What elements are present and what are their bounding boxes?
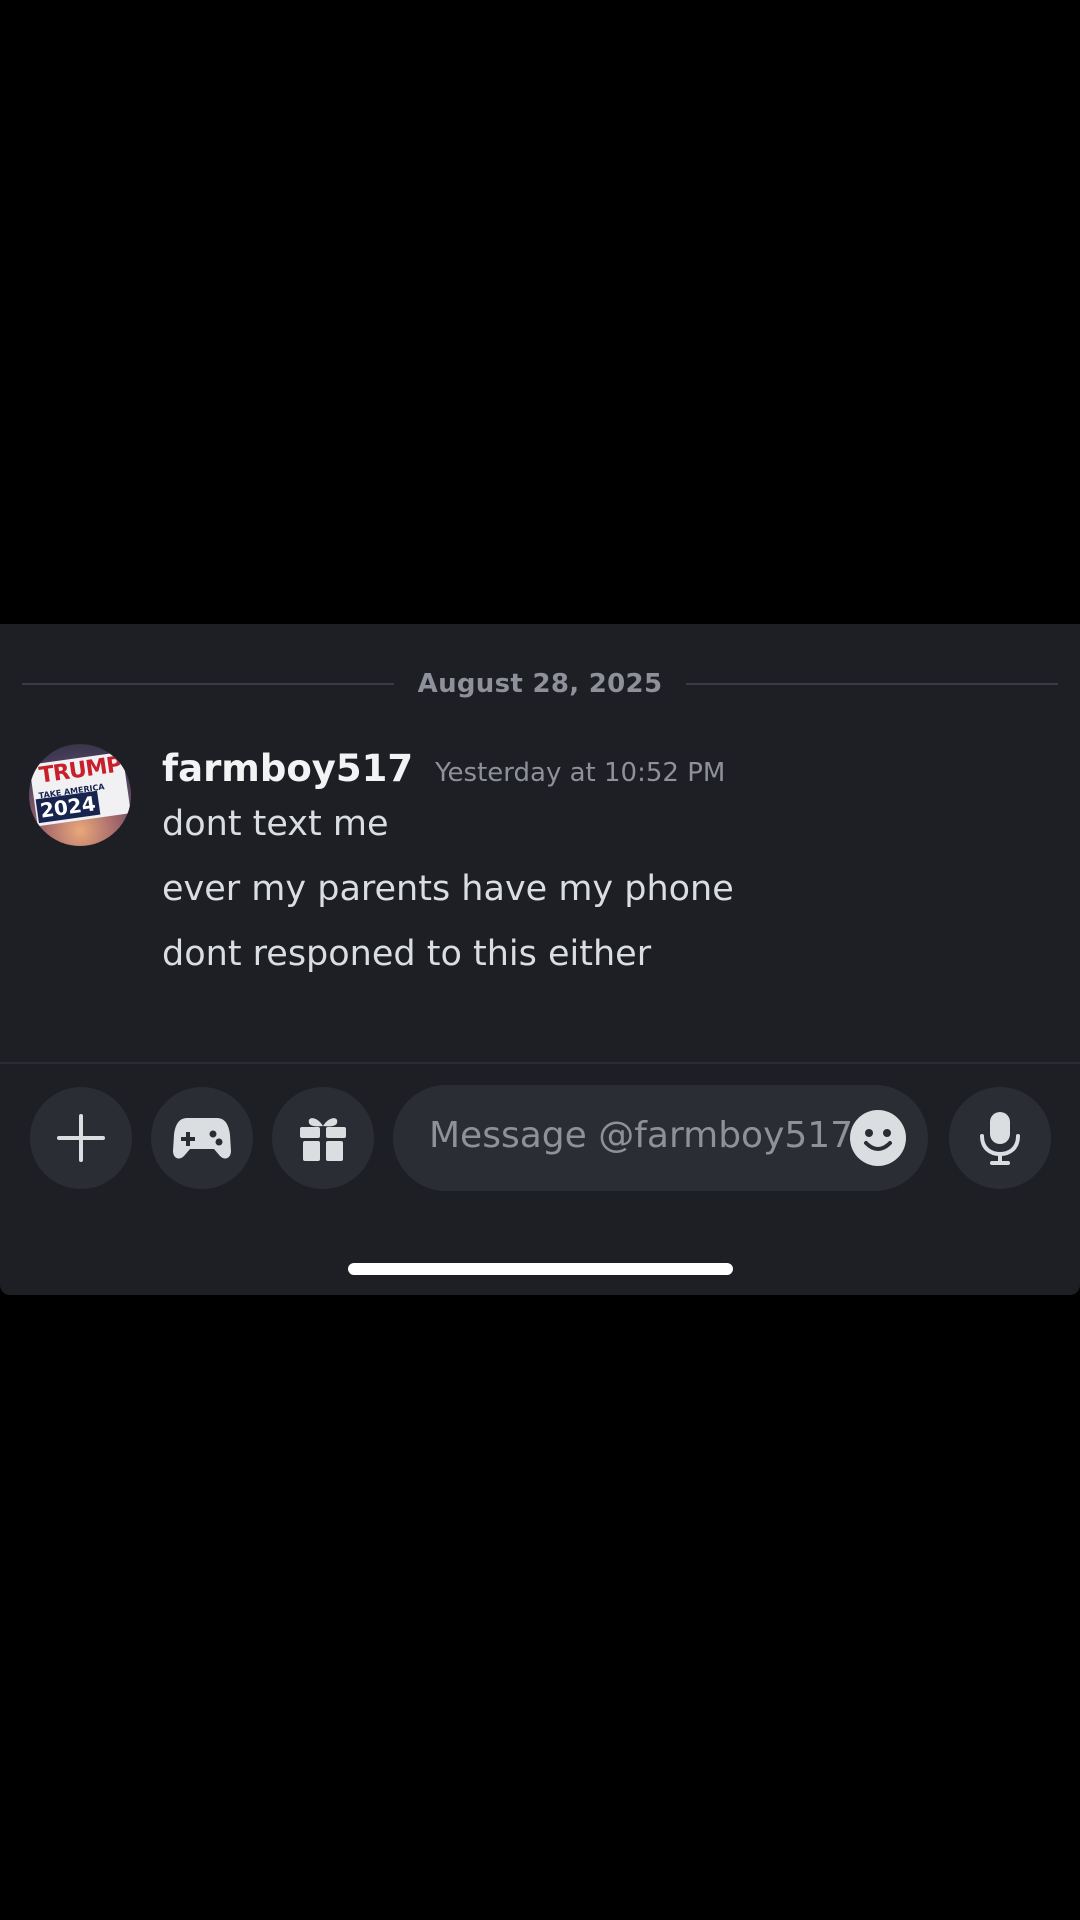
message-header: farmboy517 Yesterday at 10:52 PM (162, 747, 725, 790)
gift-icon (300, 1118, 346, 1161)
message-line[interactable]: ever my parents have my phone (162, 869, 734, 909)
avatar[interactable]: TRUMP TAKE AMERICA BACK 2024 (29, 744, 131, 846)
gift-button[interactable] (272, 1087, 374, 1189)
date-divider: August 28, 2025 (22, 664, 1058, 704)
emoji-icon[interactable] (850, 1110, 906, 1166)
composer-divider (0, 1062, 1080, 1064)
microphone-icon (980, 1112, 1020, 1165)
add-button[interactable] (30, 1087, 132, 1189)
voice-message-button[interactable] (949, 1087, 1051, 1189)
date-label: August 28, 2025 (417, 669, 663, 699)
divider-line-left (22, 683, 394, 685)
message-input-placeholder: Message @farmboy517 (429, 1115, 854, 1156)
activities-button[interactable] (151, 1087, 253, 1189)
message-line[interactable]: dont responed to this either (162, 934, 651, 974)
plus-icon (57, 1114, 105, 1162)
message-input[interactable]: Message @farmboy517 (393, 1085, 928, 1191)
username[interactable]: farmboy517 (162, 747, 413, 790)
divider-line-right (686, 683, 1058, 685)
message-timestamp: Yesterday at 10:52 PM (435, 758, 726, 788)
message-line[interactable]: dont text me (162, 804, 389, 844)
chat-screen: August 28, 2025 TRUMP TAKE AMERICA BACK … (0, 624, 1080, 1295)
home-indicator[interactable] (348, 1263, 733, 1275)
gamepad-icon (173, 1118, 231, 1159)
